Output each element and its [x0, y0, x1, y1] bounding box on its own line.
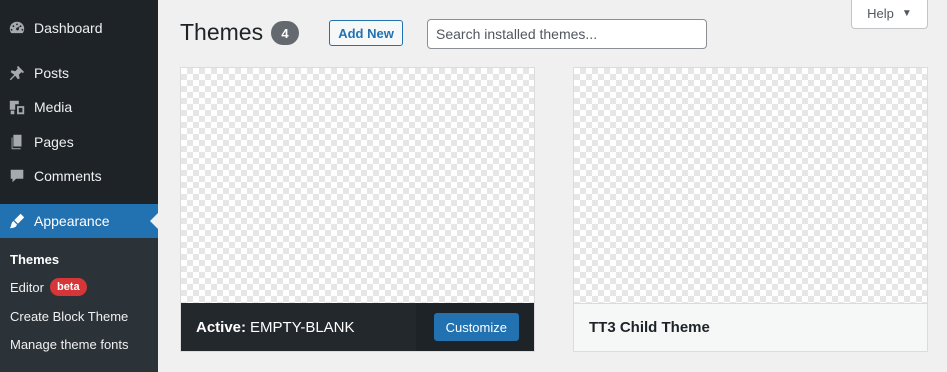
submenu-label-create-block-theme: Create Block Theme	[10, 308, 129, 324]
menu-label-posts: Posts	[34, 65, 70, 81]
media-icon	[0, 98, 34, 116]
brush-icon	[0, 212, 34, 230]
submenu-item-themes[interactable]: Themes	[10, 249, 59, 269]
page-title: Themes	[180, 19, 264, 45]
menu-label-pages: Pages	[34, 134, 74, 150]
menu-item-appearance[interactable]: Appearance	[0, 204, 158, 238]
menu-item-pages[interactable]: Pages	[0, 125, 158, 159]
caret-down-icon: ▼	[901, 8, 912, 19]
theme-actions: Customize	[415, 303, 534, 351]
menu-label-comments: Comments	[34, 168, 102, 184]
beta-badge: beta	[49, 278, 87, 296]
theme-name-text: EMPTY-BLANK	[250, 318, 355, 336]
submenu-label-editor: Editor	[10, 279, 44, 295]
theme-screenshot[interactable]	[574, 68, 927, 303]
submenu-item-manage-theme-fonts[interactable]: Manage theme fonts	[10, 334, 129, 354]
submenu-item-create-block-theme[interactable]: Create Block Theme	[10, 306, 128, 326]
submenu-label-themes: Themes	[10, 251, 60, 267]
pages-icon	[0, 133, 34, 151]
help-button[interactable]: Help ▼	[851, 0, 928, 29]
theme-footer: Active: EMPTY-BLANK Customize	[181, 303, 534, 351]
menu-item-media[interactable]: Media	[0, 90, 158, 124]
search-themes-input[interactable]	[427, 19, 707, 49]
theme-card-active[interactable]: Active: EMPTY-BLANK Customize	[180, 67, 535, 352]
add-new-button[interactable]: Add New	[329, 20, 403, 46]
theme-card[interactable]: TT3 Child Theme	[573, 67, 928, 352]
comment-icon	[0, 167, 34, 185]
menu-label-dashboard: Dashboard	[34, 20, 103, 36]
admin-sidebar: Dashboard Posts Media Pages Comments App…	[0, 0, 158, 372]
theme-count-badge: 4	[271, 21, 299, 45]
help-label: Help	[867, 6, 894, 21]
pin-icon	[0, 64, 34, 82]
submenu-label-manage-theme-fonts: Manage theme fonts	[10, 336, 129, 352]
theme-screenshot[interactable]	[181, 68, 534, 303]
dashboard-icon	[0, 19, 34, 37]
customize-button[interactable]: Customize	[433, 313, 519, 341]
active-label: Active:	[196, 318, 247, 336]
theme-name: TT3 Child Theme	[589, 319, 710, 336]
submenu-item-editor[interactable]: Editor beta	[10, 277, 87, 297]
menu-label-appearance: Appearance	[34, 213, 110, 229]
menu-item-comments[interactable]: Comments	[0, 159, 158, 193]
menu-label-media: Media	[34, 99, 73, 115]
appearance-submenu: Themes Editor beta Create Block Theme Ma…	[0, 238, 158, 372]
menu-item-dashboard[interactable]: Dashboard	[0, 11, 158, 45]
theme-footer: TT3 Child Theme	[574, 303, 927, 351]
menu-item-posts[interactable]: Posts	[0, 56, 158, 90]
theme-name: Active: EMPTY-BLANK	[181, 303, 416, 351]
